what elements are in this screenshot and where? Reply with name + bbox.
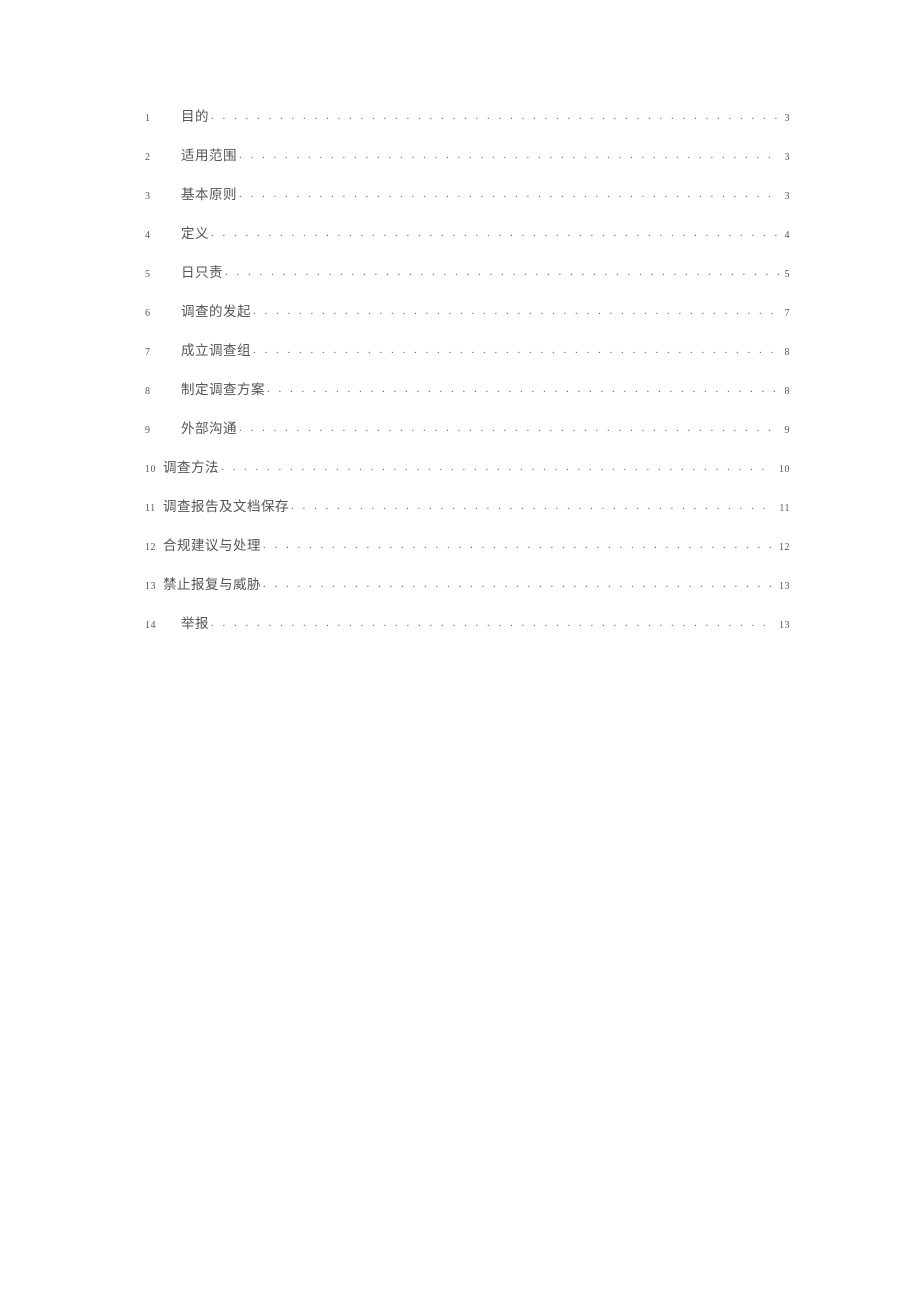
document-page: 1目的32适用范围33基本原则34定义45日只责56调查的发起77成立调查组88… (0, 0, 920, 631)
toc-leader-dots (221, 462, 773, 472)
toc-entry-page: 10 (775, 465, 790, 475)
toc-entry-number: 3 (145, 192, 181, 202)
toc-entry-title: 调查报告及文档保存 (163, 500, 289, 514)
table-of-contents: 1目的32适用范围33基本原则34定义45日只责56调查的发起77成立调查组88… (145, 110, 790, 631)
toc-entry-number: 8 (145, 387, 181, 397)
toc-leader-dots (211, 111, 779, 121)
toc-leader-dots (263, 579, 773, 589)
toc-entry: 9外部沟通9 (145, 422, 790, 436)
toc-entry: 6调查的发起 7 (145, 305, 790, 319)
toc-leader-dots (253, 345, 779, 355)
toc-entry: 10调查方法10 (145, 461, 790, 475)
toc-entry-page: 8 (781, 348, 791, 358)
toc-leader-dots (211, 618, 773, 628)
toc-entry-number: 7 (145, 348, 181, 358)
toc-entry-title: 基本原则 (181, 188, 237, 202)
toc-entry: 11调查报告及文档保存11 (145, 500, 790, 514)
toc-entry-title: 外部沟通 (181, 422, 237, 436)
toc-entry-title: 举报 (181, 617, 209, 631)
toc-entry-title: 日只责 (181, 266, 223, 280)
toc-entry-number: 4 (145, 231, 181, 241)
toc-entry: 7成立调查组 8 (145, 344, 790, 358)
toc-leader-dots (211, 228, 779, 238)
toc-entry-page: 3 (781, 153, 791, 163)
toc-entry-number: 12 (145, 543, 163, 553)
toc-entry-title: 调查方法 (163, 461, 219, 475)
toc-entry: 13禁止报复与威胁13 (145, 578, 790, 592)
toc-leader-dots (225, 267, 779, 277)
toc-entry-title: 成立调查组 (181, 344, 251, 358)
toc-entry-page: 13 (775, 582, 790, 592)
toc-entry-title: 合规建议与处理 (163, 539, 261, 553)
toc-leader-dots (253, 306, 779, 316)
toc-leader-dots (267, 384, 779, 394)
toc-leader-dots (239, 423, 779, 433)
toc-entry-title: 调查的发起 (181, 305, 251, 319)
toc-entry: 14举报 13 (145, 617, 790, 631)
toc-entry-page: 13 (775, 621, 790, 631)
toc-entry-number: 13 (145, 582, 163, 592)
toc-entry-page: 3 (781, 114, 791, 124)
toc-entry-page: 9 (781, 426, 791, 436)
toc-entry: 12合规建议与处理12 (145, 539, 790, 553)
toc-entry-number: 9 (145, 426, 181, 436)
toc-entry-number: 10 (145, 465, 163, 475)
toc-entry-page: 12 (775, 543, 790, 553)
toc-entry: 4定义4 (145, 227, 790, 241)
toc-entry-title: 禁止报复与威胁 (163, 578, 261, 592)
toc-entry: 3基本原则3 (145, 188, 790, 202)
toc-entry: 1目的 3 (145, 110, 790, 124)
toc-leader-dots (239, 189, 779, 199)
toc-entry: 5日只责5 (145, 266, 790, 280)
toc-entry-number: 11 (145, 504, 163, 514)
toc-entry-page: 8 (781, 387, 791, 397)
toc-entry-page: 5 (781, 270, 791, 280)
toc-entry-page: 3 (781, 192, 791, 202)
toc-entry-number: 14 (145, 621, 181, 631)
toc-entry: 8制定调查方案8 (145, 383, 790, 397)
toc-entry-number: 6 (145, 309, 181, 319)
toc-leader-dots (291, 501, 773, 511)
toc-leader-dots (263, 540, 773, 550)
toc-entry-title: 制定调查方案 (181, 383, 265, 397)
toc-entry-page: 4 (781, 231, 791, 241)
toc-entry-title: 目的 (181, 110, 209, 124)
toc-entry-number: 2 (145, 153, 181, 163)
toc-entry-title: 定义 (181, 227, 209, 241)
toc-entry-page: 7 (781, 309, 791, 319)
toc-entry-number: 1 (145, 114, 181, 124)
toc-entry: 2适用范围 3 (145, 149, 790, 163)
toc-entry-title: 适用范围 (181, 149, 237, 163)
toc-leader-dots (239, 150, 779, 160)
toc-entry-number: 5 (145, 270, 181, 280)
toc-entry-page: 11 (775, 504, 790, 514)
